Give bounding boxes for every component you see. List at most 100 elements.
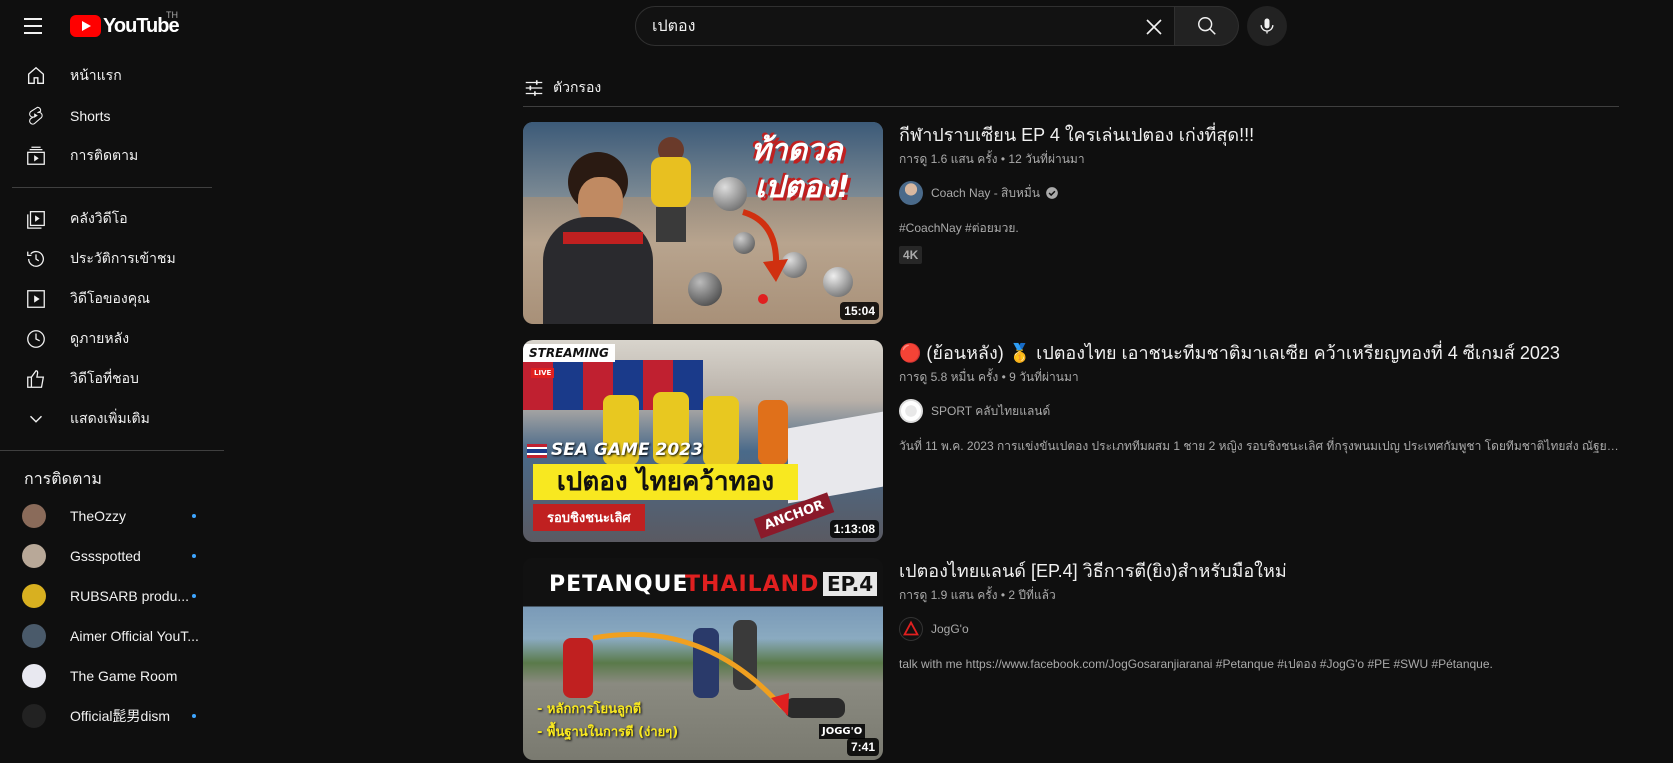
- subscriptions-list: TheOzzy Gssspotted RUBSARB produ... Aimer O…: [0, 496, 224, 736]
- channel-avatar[interactable]: [899, 399, 923, 423]
- channel-avatar[interactable]: [899, 617, 923, 641]
- mic-icon: [1260, 18, 1274, 34]
- chevron-down-icon: [24, 407, 48, 431]
- new-content-dot: [192, 554, 196, 558]
- search-box: [635, 6, 1175, 46]
- new-content-dot: [192, 514, 196, 518]
- video-info: กีฬาปราบเซียน EP 4 ใครเล่นเปตอง เก่งที่ส…: [899, 122, 1619, 264]
- subscription-item[interactable]: The Game Room: [0, 656, 224, 696]
- masthead: YouTube TH: [0, 0, 1673, 52]
- youtube-logo[interactable]: YouTube TH: [70, 10, 180, 38]
- divider: [12, 187, 212, 188]
- video-description: #CoachNay #ต่อยมวย.: [899, 221, 1019, 235]
- subscription-label: RUBSARB produ...: [70, 588, 190, 604]
- youtube-play-icon: [70, 15, 101, 37]
- menu-icon[interactable]: [20, 12, 48, 40]
- thumbnail-caption: THAILAND: [685, 572, 820, 597]
- country-code: TH: [166, 10, 178, 20]
- subscription-item[interactable]: Gssspotted: [0, 536, 224, 576]
- search-input[interactable]: [652, 17, 1132, 35]
- sidebar-item-shorts[interactable]: Shorts: [0, 96, 224, 136]
- clear-icon[interactable]: [1142, 15, 1166, 39]
- subscription-item[interactable]: Official髭男dism: [0, 696, 224, 736]
- video-title[interactable]: 🔴 (ย้อนหลัง) 🥇 เปตองไทย เอาชนะทีมชาติมาเ…: [899, 340, 1619, 366]
- sidebar-item-subscriptions[interactable]: การติดตาม: [0, 136, 224, 176]
- thumbnail-caption: SEA GAME 2023: [551, 440, 703, 460]
- subscription-label: Gssspotted: [70, 548, 141, 564]
- jogg-o-logo: JOGG'O: [819, 724, 866, 739]
- channel-avatar: [22, 704, 46, 728]
- video-result: STREAMING LIVE SEA GAME 2023 เปตอง ไทยคว…: [523, 340, 1623, 542]
- filter-button[interactable]: ตัวกรอง: [523, 72, 601, 104]
- subscription-item[interactable]: TheOzzy: [0, 496, 224, 536]
- sidebar-item-show-more[interactable]: แสดงเพิ่มเติม: [0, 399, 224, 439]
- channel-avatar: [22, 624, 46, 648]
- subscription-item[interactable]: Aimer Official YouT...: [0, 616, 224, 656]
- video-duration: 7:41: [846, 738, 879, 756]
- divider: [523, 106, 1619, 107]
- history-icon: [24, 247, 48, 271]
- channel-name[interactable]: SPORT คลับไทยแลนด์: [931, 402, 1050, 421]
- search-icon: [1197, 17, 1216, 35]
- thumbnail-caption: - พื้นฐานในการตี (ง่ายๆ): [537, 725, 679, 740]
- streaming-label: STREAMING: [523, 344, 615, 362]
- channel-name[interactable]: Coach Nay - สิบหมื่น: [931, 184, 1040, 203]
- sidebar: หน้าแรก Shorts การติดตาม คลังวิดีโอ ประว…: [0, 56, 224, 763]
- video-result: ท้าดวล เปตอง! 15:04 กีฬาปราบเซียน EP 4 ใ…: [523, 122, 1623, 324]
- sidebar-item-your-videos[interactable]: วิดีโอของคุณ: [0, 279, 224, 319]
- video-meta: การดู 5.8 หมื่น ครั้ง • 9 วันที่ผ่านมา: [899, 370, 1079, 384]
- video-info: 🔴 (ย้อนหลัง) 🥇 เปตองไทย เอาชนะทีมชาติมาเ…: [899, 340, 1619, 456]
- video-thumbnail[interactable]: ท้าดวล เปตอง! 15:04: [523, 122, 883, 324]
- subscriptions-icon: [24, 144, 48, 168]
- live-badge: LIVE: [531, 368, 555, 378]
- sidebar-item-liked[interactable]: วิดีโอที่ชอบ: [0, 359, 224, 399]
- channel-avatar: [22, 584, 46, 608]
- subscription-item[interactable]: RUBSARB produ...: [0, 576, 224, 616]
- channel-avatar: [22, 544, 46, 568]
- video-title[interactable]: กีฬาปราบเซียน EP 4 ใครเล่นเปตอง เก่งที่ส…: [899, 122, 1619, 148]
- new-content-dot: [192, 594, 196, 598]
- channel-avatar: [22, 504, 46, 528]
- subscription-label: Official髭男dism: [70, 708, 171, 724]
- subscription-label: TheOzzy: [70, 508, 127, 524]
- thumbnail-caption: - หลักการโยนลูกตี: [537, 702, 642, 717]
- channel-avatar: [22, 664, 46, 688]
- video-duration: 1:13:08: [829, 520, 879, 538]
- sidebar-item-watch-later[interactable]: ดูภายหลัง: [0, 319, 224, 359]
- sidebar-item-home[interactable]: หน้าแรก: [0, 56, 224, 96]
- sidebar-item-library[interactable]: คลังวิดีโอ: [0, 199, 224, 239]
- channel-link[interactable]: SPORT คลับไทยแลนด์: [899, 399, 1619, 423]
- sidebar-item-history[interactable]: ประวัติการเข้าชม: [0, 239, 224, 279]
- episode-label: EP.4: [823, 572, 878, 596]
- quality-badge: 4K: [899, 246, 923, 264]
- video-description: talk with me https://www.facebook.com/Jo…: [899, 657, 1493, 671]
- channel-link[interactable]: JogG'o: [899, 617, 1619, 641]
- video-duration: 15:04: [840, 302, 879, 320]
- channel-avatar[interactable]: [899, 181, 923, 205]
- thumbs-up-icon: [24, 367, 48, 391]
- channel-name[interactable]: JogG'o: [931, 622, 969, 636]
- thumbnail-caption: PETANQUE: [549, 572, 689, 597]
- search-button[interactable]: [1175, 6, 1239, 46]
- video-info: เปตองไทยแลนด์ [EP.4] วิธีการตี(ยิง)สำหรั…: [899, 558, 1619, 674]
- channel-link[interactable]: Coach Nay - สิบหมื่น: [899, 181, 1619, 205]
- shorts-icon: [24, 104, 48, 128]
- subscription-label: Aimer Official YouT...: [70, 628, 199, 644]
- video-meta: การดู 1.6 แสน ครั้ง • 12 วันที่ผ่านมา: [899, 152, 1085, 166]
- divider: [0, 450, 224, 451]
- video-title[interactable]: เปตองไทยแลนด์ [EP.4] วิธีการตี(ยิง)สำหรั…: [899, 558, 1619, 584]
- filter-icon: [525, 80, 543, 96]
- thumbnail-caption: รอบชิงชนะเลิศ: [533, 504, 645, 531]
- verified-icon: [1046, 187, 1058, 199]
- voice-search-button[interactable]: [1247, 6, 1287, 46]
- new-content-dot: [192, 714, 196, 718]
- video-description: วันที่ 11 พ.ค. 2023 การแข่งขันเปตอง ประเ…: [899, 439, 1619, 453]
- watch-later-icon: [24, 327, 48, 351]
- library-icon: [24, 207, 48, 231]
- video-thumbnail[interactable]: PETANQUE THAILAND EP.4 - หลักการโยนลูกตี…: [523, 558, 883, 760]
- video-meta: การดู 1.9 แสน ครั้ง • 2 ปีที่แล้ว: [899, 588, 1056, 602]
- subscription-label: The Game Room: [70, 668, 178, 684]
- thumbnail-caption: เปตอง!: [755, 170, 851, 205]
- video-result: PETANQUE THAILAND EP.4 - หลักการโยนลูกตี…: [523, 558, 1623, 760]
- video-thumbnail[interactable]: STREAMING LIVE SEA GAME 2023 เปตอง ไทยคว…: [523, 340, 883, 542]
